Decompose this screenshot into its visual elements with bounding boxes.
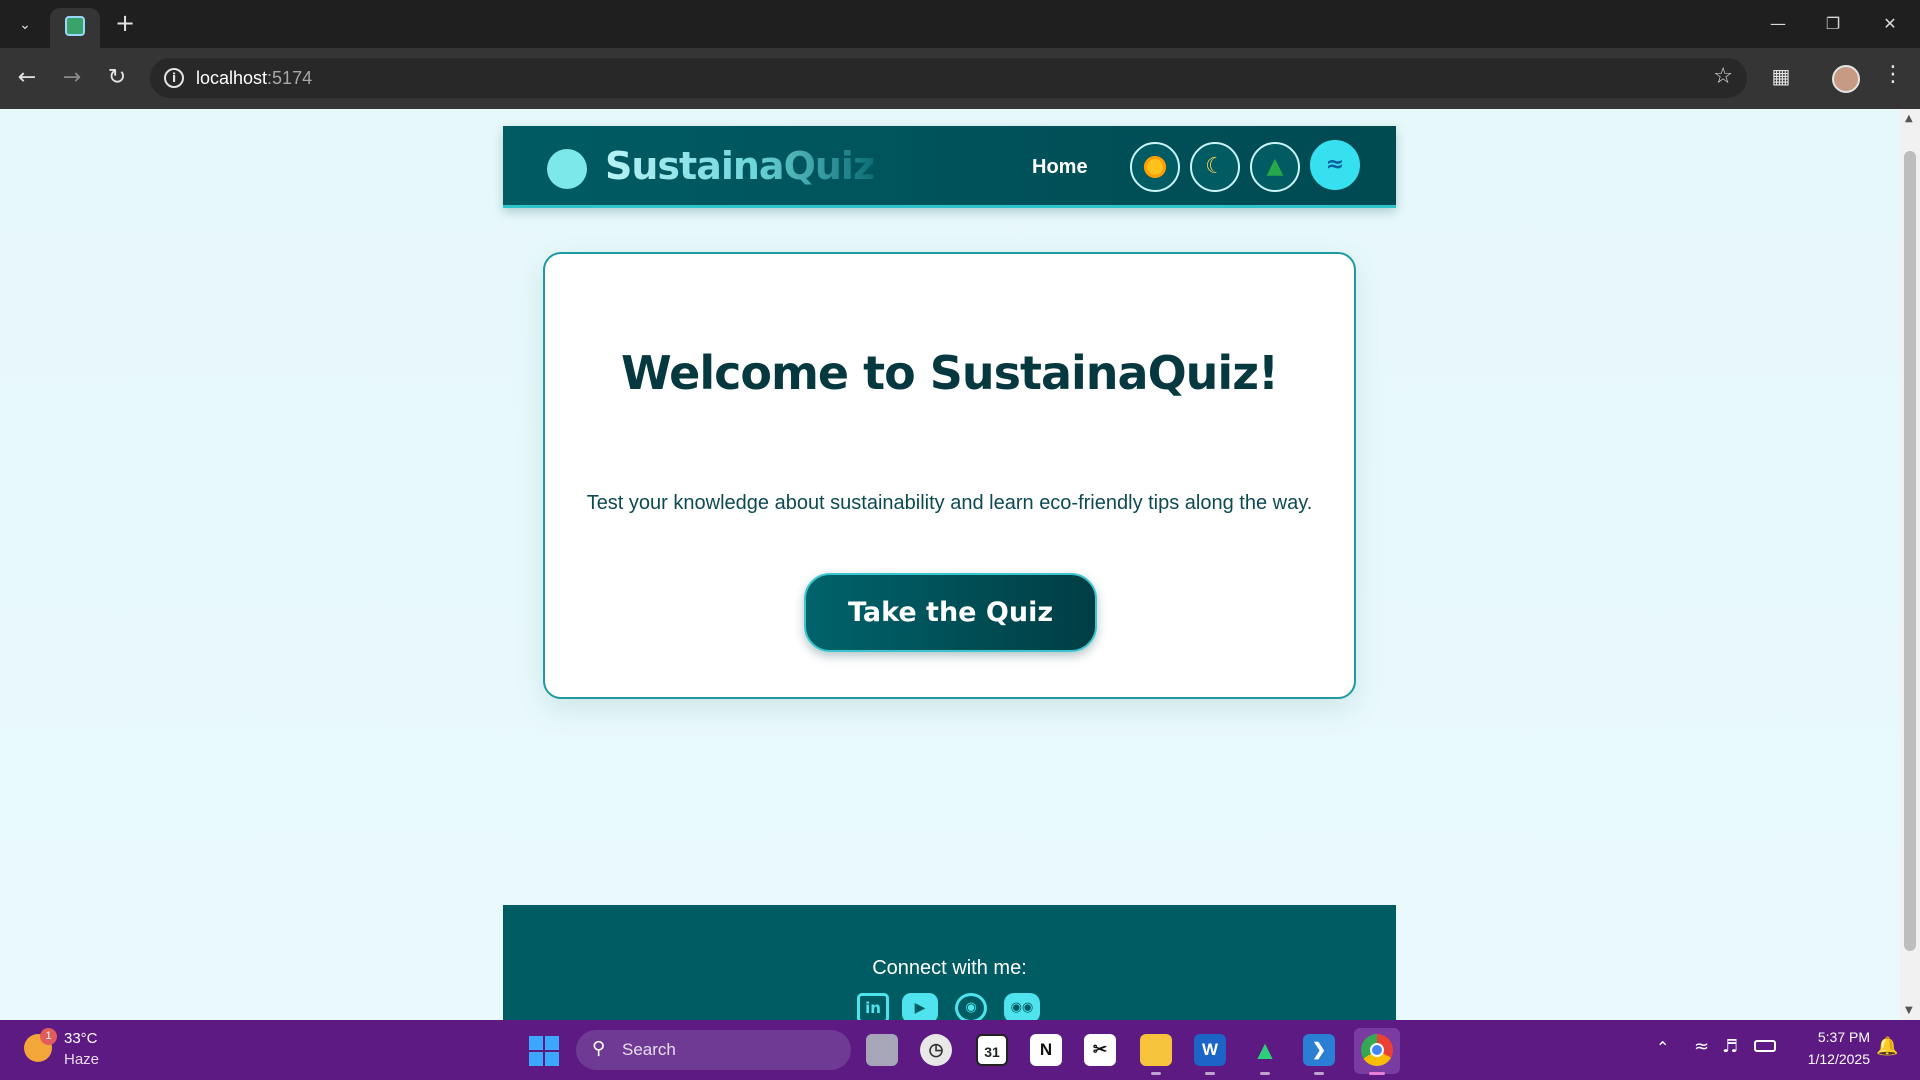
moon-icon: ☾: [1205, 154, 1225, 179]
chrome-app-icon[interactable]: [1361, 1034, 1393, 1075]
close-icon[interactable]: ✕: [1870, 10, 1910, 38]
theme-moon-button[interactable]: ☾: [1190, 142, 1240, 192]
restore-icon[interactable]: ❐: [1813, 10, 1853, 38]
weather-temperature[interactable]: 33°C: [64, 1030, 98, 1047]
reload-icon[interactable]: ↻: [102, 63, 132, 93]
capcut-app-icon[interactable]: ✂: [1084, 1034, 1116, 1066]
youtube-icon[interactable]: ▶: [902, 993, 938, 1020]
notification-bell-icon[interactable]: 🔔: [1876, 1036, 1898, 1057]
word-glyph: W: [1201, 1040, 1219, 1059]
theme-sun-button[interactable]: [1130, 142, 1180, 192]
welcome-title: Welcome to SustainaQuiz!: [621, 346, 1279, 400]
theme-forest-button[interactable]: ▲: [1250, 142, 1300, 192]
welcome-card: Welcome to SustainaQuiz! Test your knowl…: [543, 252, 1356, 699]
wave-icon: ≈: [1325, 152, 1345, 177]
address-bar[interactable]: i localhost:5174 ☆: [150, 58, 1747, 98]
running-indicator: [1205, 1072, 1215, 1075]
android-studio-icon[interactable]: ▲: [1249, 1034, 1281, 1075]
nav-home-link[interactable]: Home: [1032, 156, 1088, 179]
info-icon[interactable]: i: [164, 68, 184, 88]
page-scrollbar[interactable]: ▲ ▼: [1900, 109, 1920, 1020]
running-indicator: [1260, 1072, 1270, 1075]
take-quiz-button[interactable]: Take the Quiz: [804, 573, 1097, 652]
tray-date[interactable]: 1/12/2025: [1790, 1051, 1870, 1067]
chrome-core: [1370, 1043, 1384, 1057]
tree-icon: ▲: [1266, 154, 1284, 179]
bookmark-star-icon[interactable]: ☆: [1713, 64, 1733, 89]
back-icon[interactable]: ←: [12, 63, 42, 93]
browser-tabbar: ⌄ + — ❐ ✕: [0, 0, 1920, 48]
footer-connect-text: Connect with me:: [872, 957, 1027, 979]
discord-icon[interactable]: ◉◉: [1004, 993, 1040, 1020]
scroll-thumb[interactable]: [1904, 151, 1916, 951]
scroll-down-icon[interactable]: ▼: [1905, 1005, 1913, 1016]
theme-ocean-button[interactable]: ≈: [1310, 140, 1360, 190]
browser-toolbar: ← → ↻ i localhost:5174 ☆ ▦ ⋮: [0, 48, 1920, 109]
file-explorer-icon[interactable]: [1140, 1034, 1172, 1075]
clock-app-icon[interactable]: ◷: [920, 1034, 952, 1066]
page-viewport: SustainaQuiz Home ☾ ▲ ≈ Welcome to Susta…: [0, 109, 1900, 1020]
volume-icon[interactable]: ♬: [1722, 1036, 1738, 1057]
wifi-icon[interactable]: ≈: [1694, 1036, 1709, 1057]
tab-favicon-icon: [65, 16, 85, 36]
running-indicator: [1314, 1072, 1324, 1075]
url-text[interactable]: localhost:5174: [196, 68, 312, 89]
github-icon[interactable]: ◉: [955, 993, 987, 1020]
brand-title[interactable]: SustainaQuiz: [605, 144, 875, 188]
windows-start-icon[interactable]: [529, 1036, 559, 1066]
linkedin-icon[interactable]: in: [857, 993, 889, 1020]
forward-icon[interactable]: →: [57, 63, 87, 93]
weather-badge: 1: [40, 1028, 57, 1045]
url-port: :5174: [267, 68, 313, 88]
tab-list-icon[interactable]: ⌄: [12, 12, 38, 38]
menu-icon[interactable]: ⋮: [1882, 62, 1904, 87]
word-app-icon[interactable]: W: [1194, 1034, 1226, 1075]
vscode-app-icon[interactable]: ❯: [1303, 1034, 1335, 1075]
extensions-icon[interactable]: ▦: [1768, 64, 1794, 90]
tray-time[interactable]: 5:37 PM: [1800, 1029, 1870, 1045]
running-indicator: [1151, 1072, 1161, 1075]
welcome-description: Test your knowledge about sustainability…: [586, 492, 1313, 514]
logo-icon: [547, 149, 587, 189]
task-view-icon[interactable]: [866, 1034, 898, 1066]
tray-overflow-icon[interactable]: ⌃: [1656, 1038, 1669, 1057]
notion-app-icon[interactable]: N: [1030, 1034, 1062, 1066]
profile-avatar[interactable]: [1832, 65, 1860, 93]
search-icon: ⚲: [592, 1038, 606, 1059]
new-tab-icon[interactable]: +: [112, 10, 138, 36]
url-host: localhost: [196, 68, 268, 88]
taskbar-search[interactable]: ⚲ Search: [576, 1030, 851, 1070]
search-label: Search: [622, 1040, 676, 1059]
browser-tab[interactable]: [50, 8, 100, 48]
battery-icon[interactable]: [1754, 1040, 1776, 1052]
minimize-icon[interactable]: —: [1758, 10, 1798, 38]
sun-icon: [1144, 156, 1166, 178]
calendar-app-icon[interactable]: 31: [976, 1034, 1008, 1066]
scroll-up-icon[interactable]: ▲: [1905, 113, 1913, 124]
weather-description[interactable]: Haze: [64, 1051, 99, 1068]
site-header: SustainaQuiz Home ☾ ▲ ≈: [503, 126, 1396, 208]
site-footer: Connect with me: in ▶ ◉ ◉◉: [503, 905, 1396, 1020]
active-indicator: [1369, 1072, 1385, 1075]
windows-taskbar: 1 33°C Haze ⚲ Search ◷ 31 N ✂ W ▲ ❯ ⌃ ≈ …: [0, 1020, 1920, 1080]
